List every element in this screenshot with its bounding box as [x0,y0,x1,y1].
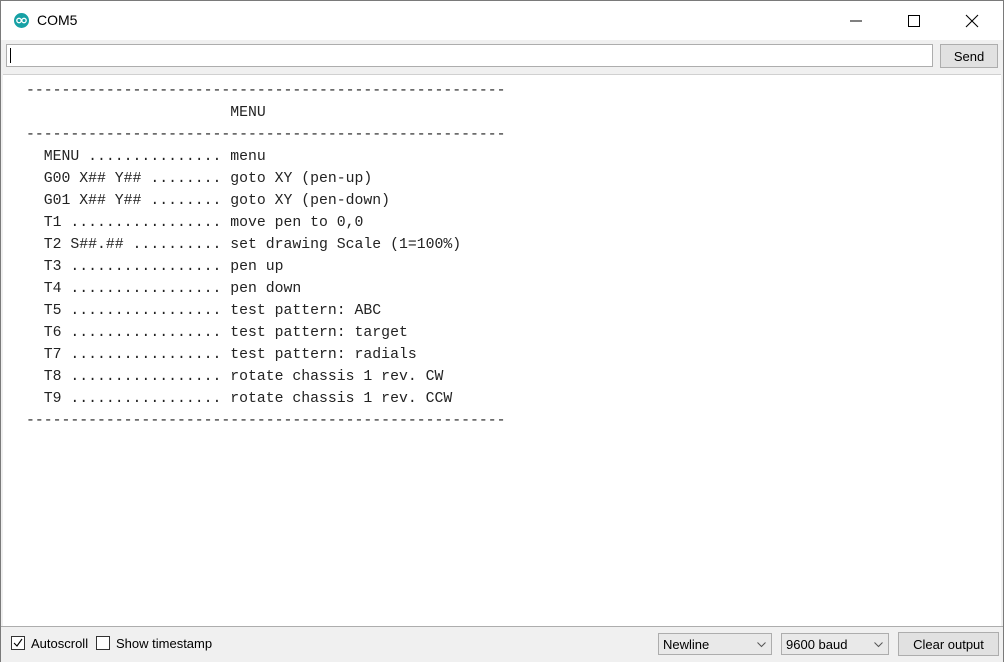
separator-line: ----------------------------------------… [26,83,506,99]
serial-output-text: ----------------------------------------… [26,80,506,432]
output-line: T6 ................. test pattern: targe… [26,325,408,341]
checkmark-icon [13,638,23,647]
chevron-down-icon [874,642,883,648]
status-bar: Autoscroll Show timestamp Newline 9600 b… [1,626,1003,662]
baud-rate-value: 9600 baud [786,637,848,652]
serial-input[interactable] [6,44,933,67]
output-line: T5 ................. test pattern: ABC [26,303,382,319]
output-line: T2 S##.## .......... set drawing Scale (… [26,237,462,253]
minimize-icon [850,20,862,22]
title-bar[interactable]: COM5 [1,1,1003,40]
chevron-down-icon [757,642,766,648]
show-timestamp-checkbox[interactable] [96,636,110,650]
output-line: T4 ................. pen down [26,281,302,297]
output-line: T9 ................. rotate chassis 1 re… [26,391,453,407]
output-line: T7 ................. test pattern: radia… [26,347,417,363]
clear-output-button[interactable]: Clear output [898,632,999,656]
output-line: T1 ................. move pen to 0,0 [26,215,364,231]
maximize-icon [908,15,920,27]
maximize-button[interactable] [891,1,937,40]
minimize-button[interactable] [833,1,879,40]
window-title: COM5 [37,12,78,28]
separator-line: ----------------------------------------… [26,127,506,143]
close-icon [965,14,979,28]
serial-output-area[interactable]: ----------------------------------------… [3,74,1001,626]
show-timestamp-label[interactable]: Show timestamp [116,636,212,651]
output-line: T8 ................. rotate chassis 1 re… [26,369,444,385]
line-ending-value: Newline [663,637,710,652]
arduino-infinity-icon [14,13,29,28]
text-caret [10,48,11,63]
output-line: G00 X## Y## ........ goto XY (pen-up) [26,171,373,187]
output-line: MENU ............... menu [26,149,266,165]
send-bar: Send [1,40,1003,73]
serial-monitor-window: COM5 Send ------------------------------… [0,0,1004,662]
output-line: MENU [26,105,266,121]
separator-line: ----------------------------------------… [26,413,506,429]
baud-rate-select[interactable]: 9600 baud [781,633,889,655]
close-button[interactable] [949,1,995,40]
line-ending-select[interactable]: Newline [658,633,772,655]
output-line: T3 ................. pen up [26,259,284,275]
send-button[interactable]: Send [940,44,998,68]
autoscroll-checkbox[interactable] [11,636,25,650]
autoscroll-label[interactable]: Autoscroll [31,636,88,651]
output-line: G01 X## Y## ........ goto XY (pen-down) [26,193,391,209]
